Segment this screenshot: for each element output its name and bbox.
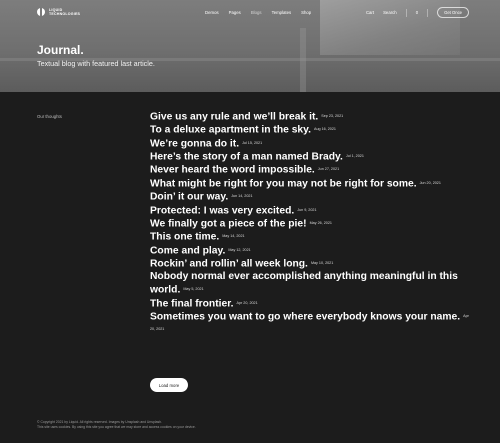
post-item[interactable]: We finally got a piece of the pie! May 26… xyxy=(150,217,475,230)
post-date: Sep 23, 2021 xyxy=(321,114,344,118)
nav-item-templates[interactable]: Templates xyxy=(272,10,292,15)
footer: © Copyright 2021 by Liquid. All rights r… xyxy=(37,420,196,430)
search-link[interactable]: Search xyxy=(383,10,397,15)
post-title[interactable]: Here’s the story of a man named Brady. xyxy=(150,151,343,162)
post-item[interactable]: What might be right for you may not be r… xyxy=(150,177,475,190)
post-date: Jun 20, 2021 xyxy=(419,180,441,185)
section-label: Our thoughts xyxy=(37,114,62,119)
post-item[interactable]: Never heard the word impossible. Jun 27, … xyxy=(150,163,475,176)
post-item[interactable]: Sometimes you want to go where everybody… xyxy=(150,310,475,337)
nav-item-blogs[interactable]: Blogs xyxy=(251,10,262,15)
post-title[interactable]: Never heard the word impossible. xyxy=(150,165,315,176)
nav-item-demos[interactable]: Demos xyxy=(205,10,219,15)
footer-cookie-notice: This site uses cookies. By using this si… xyxy=(37,425,196,429)
cart-link[interactable]: Cart xyxy=(366,10,374,15)
page-title: Journal. xyxy=(37,43,84,57)
post-date: Apr 20, 2021 xyxy=(236,300,258,305)
brand-name: LIQUID TECHNOLOGIES xyxy=(49,8,80,16)
post-item[interactable]: This one time. May 14, 2021 xyxy=(150,230,475,243)
post-title[interactable]: Give us any rule and we’ll break it. xyxy=(150,111,318,122)
post-title[interactable]: Doin’ it our way. xyxy=(150,191,228,202)
post-list: Give us any rule and we’ll break it. Sep … xyxy=(150,110,475,337)
post-title[interactable]: We’re gonna do it. xyxy=(150,138,239,149)
get-once-button[interactable]: Get Once xyxy=(437,7,469,18)
post-title[interactable]: Come and play. xyxy=(150,245,225,256)
post-item[interactable]: We’re gonna do it. Jul 15, 2021 xyxy=(150,137,475,150)
post-date: May 12, 2021 xyxy=(228,247,251,252)
top-actions: Cart Search 0 Get Once xyxy=(366,7,469,18)
divider xyxy=(405,8,407,17)
nav-item-shop[interactable]: Shop xyxy=(301,10,311,15)
post-date: May 10, 2021 xyxy=(310,260,334,265)
post-item[interactable]: Nobody normal ever accomplished anything… xyxy=(150,270,475,296)
post-item[interactable]: The final frontier. Apr 20, 2021 xyxy=(150,297,475,310)
post-date: Jun 9, 2021 xyxy=(297,207,317,212)
post-date: May 26, 2021 xyxy=(309,220,332,225)
post-item[interactable]: Rockin’ and rollin’ all week long. May 10… xyxy=(150,257,475,270)
post-item[interactable]: Come and play. May 12, 2021 xyxy=(150,244,475,257)
post-title[interactable]: Nobody normal ever accomplished anything… xyxy=(150,271,458,295)
post-title[interactable]: The final frontier. xyxy=(150,298,234,309)
post-title[interactable]: Protected: I was very excited. xyxy=(150,205,294,216)
post-item[interactable]: Doin’ it our way. Jun 14, 2021 xyxy=(150,190,475,203)
post-date: Jul 15, 2021 xyxy=(242,140,263,145)
nav-item-pages[interactable]: Pages xyxy=(229,10,241,15)
brand-logo[interactable]: LIQUID TECHNOLOGIES xyxy=(37,8,80,16)
liquid-logo-icon xyxy=(37,8,45,16)
post-title[interactable]: What might be right for you may not be r… xyxy=(150,178,417,189)
post-title[interactable]: This one time. xyxy=(150,232,219,243)
post-date: Jun 14, 2021 xyxy=(231,194,253,199)
post-title[interactable]: We finally got a piece of the pie! xyxy=(150,218,307,229)
post-date: Jun 27, 2021 xyxy=(317,167,340,172)
post-title[interactable]: Rockin’ and rollin’ all week long. xyxy=(150,258,308,269)
divider xyxy=(427,8,429,17)
post-date: Aug 16, 2021 xyxy=(313,127,336,132)
hero-pillar xyxy=(300,28,306,92)
page-subtitle: Textual blog with featured last article. xyxy=(37,59,155,68)
post-item[interactable]: To a deluxe apartment in the sky. Aug 16,… xyxy=(150,123,475,136)
post-date: Jul 1, 2021 xyxy=(345,154,364,159)
post-date: May 14, 2021 xyxy=(222,234,245,239)
main-nav: Demos Pages Blogs Templates Shop xyxy=(205,10,311,15)
cart-count: 0 xyxy=(415,10,419,15)
post-date: May 5, 2021 xyxy=(183,287,204,292)
load-more-button[interactable]: Load more xyxy=(150,378,188,392)
post-item[interactable]: Protected: I was very excited. Jun 9, 202… xyxy=(150,204,475,217)
post-item[interactable]: Give us any rule and we’ll break it. Sep … xyxy=(150,110,475,123)
post-item[interactable]: Here’s the story of a man named Brady. Ju… xyxy=(150,150,475,163)
post-title[interactable]: To a deluxe apartment in the sky. xyxy=(150,125,311,136)
brand-line2: TECHNOLOGIES xyxy=(49,12,81,16)
post-title[interactable]: Sometimes you want to go where everybody… xyxy=(150,311,460,322)
